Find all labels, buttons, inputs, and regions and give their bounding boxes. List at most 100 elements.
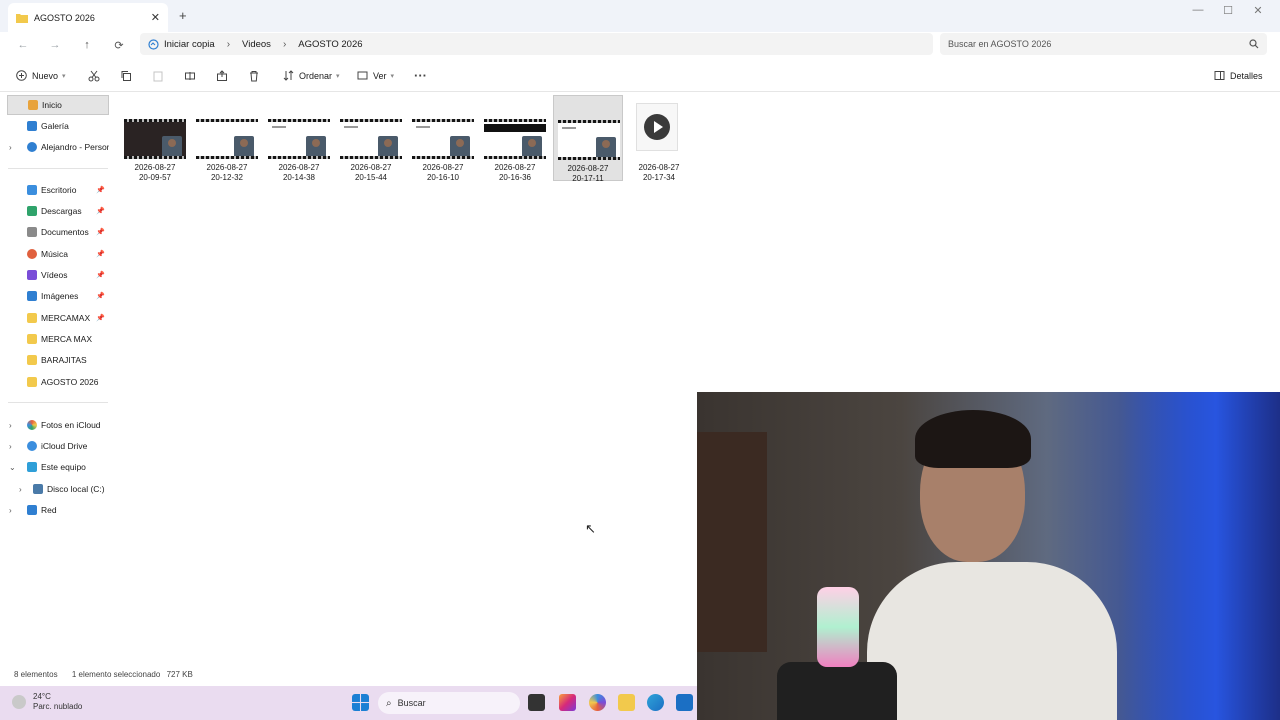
- search-input[interactable]: Buscar en AGOSTO 2026: [940, 33, 1267, 55]
- details-button[interactable]: Detalles: [1214, 67, 1263, 84]
- instagram-icon[interactable]: [559, 694, 576, 711]
- sort-button[interactable]: Ordenar ▾: [283, 67, 340, 84]
- sidebar-item-musica[interactable]: Música 📌: [7, 244, 109, 264]
- sidebar-item-label: BARAJITAS: [41, 355, 87, 365]
- temperature: 24°C: [33, 692, 51, 701]
- file-name-line2: 20-12-32: [210, 173, 244, 182]
- copilot-icon[interactable]: [589, 694, 606, 711]
- breadcrumb-agosto-2026[interactable]: AGOSTO 2026: [298, 39, 362, 50]
- folder-icon: [27, 355, 37, 365]
- paste-button[interactable]: [152, 67, 164, 84]
- file-item[interactable]: 2026-08-27 20-16-10: [408, 95, 478, 182]
- video-icon: [27, 270, 37, 280]
- file-explorer-icon[interactable]: [618, 694, 635, 711]
- breadcrumb-videos[interactable]: Videos: [242, 39, 271, 50]
- sidebar-item-label: Alejandro - Personal: [41, 142, 109, 152]
- sidebar-item-barajitas[interactable]: BARAJITAS: [7, 350, 109, 370]
- sidebar-item-label: Documentos: [41, 227, 89, 237]
- video-thumbnail: [124, 119, 186, 159]
- sidebar-item-documentos[interactable]: Documentos 📌: [7, 222, 109, 242]
- folder-icon: [27, 334, 37, 344]
- close-tab-icon[interactable]: ✕: [151, 11, 160, 24]
- edge-icon[interactable]: [647, 694, 664, 711]
- selection-count: 1 elemento seleccionado: [71, 670, 161, 679]
- share-icon: [217, 69, 227, 81]
- details-button-label: Detalles: [1230, 70, 1263, 81]
- file-name-line1: 2026-08-27: [494, 163, 536, 172]
- cloud-icon: [12, 695, 26, 709]
- taskbar-search[interactable]: ⌕ Buscar: [378, 692, 520, 714]
- task-view-icon[interactable]: [528, 694, 545, 711]
- window-tab[interactable]: AGOSTO 2026 ✕: [8, 3, 168, 32]
- file-item[interactable]: 2026-08-27 20-17-34: [624, 95, 694, 182]
- sidebar-item-label: Escritorio: [41, 185, 77, 195]
- more-options-button[interactable]: ···: [414, 67, 427, 84]
- breadcrumb-iniciar-copia[interactable]: Iniciar copia: [164, 39, 215, 50]
- copy-icon: [121, 70, 131, 81]
- pin-icon: 📌: [96, 229, 105, 236]
- address-bar[interactable]: Iniciar copia › Videos › AGOSTO 2026: [140, 33, 933, 55]
- file-item[interactable]: 2026-08-27 20-09-57: [120, 95, 190, 182]
- chevron-right-icon: ›: [226, 38, 231, 50]
- search-icon: [1249, 39, 1259, 49]
- new-tab-button[interactable]: +: [179, 8, 187, 23]
- store-icon[interactable]: [676, 694, 693, 711]
- pin-icon: 📌: [96, 187, 105, 194]
- sidebar-item-label: Imágenes: [41, 291, 79, 301]
- file-name-line1: 2026-08-27: [350, 163, 392, 172]
- copy-button[interactable]: [120, 67, 132, 84]
- up-button[interactable]: ↑: [78, 36, 96, 54]
- file-name-line2: 20-09-57: [138, 173, 172, 182]
- sidebar-item-agosto-2026[interactable]: AGOSTO 2026: [7, 372, 109, 392]
- sidebar-item-imagenes[interactable]: Imágenes 📌: [7, 286, 109, 306]
- gallery-icon: [27, 121, 37, 131]
- sidebar-item-galeria[interactable]: Galería: [7, 116, 109, 136]
- view-button[interactable]: Ver ▾: [357, 67, 394, 84]
- delete-button[interactable]: [248, 67, 260, 84]
- view-button-label: Ver: [373, 70, 387, 81]
- share-button[interactable]: [216, 67, 228, 84]
- sidebar-item-videos[interactable]: Vídeos 📌: [7, 265, 109, 285]
- media-file-icon: [636, 103, 678, 151]
- rename-button[interactable]: [184, 67, 196, 84]
- windows-start-icon[interactable]: [352, 694, 369, 711]
- file-item[interactable]: 2026-08-27 20-15-44: [336, 95, 406, 182]
- weather-widget[interactable]: 24°C Parc. nublado: [12, 692, 82, 712]
- network-icon: [27, 505, 37, 515]
- minimize-button[interactable]: —: [1183, 4, 1213, 16]
- new-button[interactable]: Nuevo ▾: [16, 67, 66, 84]
- close-window-button[interactable]: ✕: [1243, 4, 1273, 17]
- document-icon: [27, 227, 37, 237]
- sidebar-item-icloud-drive[interactable]: iCloud Drive: [7, 436, 109, 456]
- file-name-line2: 20-14-38: [282, 173, 316, 182]
- sidebar-item-onedrive[interactable]: Alejandro - Personal: [7, 137, 109, 157]
- maximize-button[interactable]: ☐: [1213, 4, 1243, 17]
- sidebar-item-disco-local[interactable]: Disco local (C:): [7, 479, 109, 499]
- search-placeholder: Buscar en AGOSTO 2026: [948, 39, 1052, 49]
- sidebar-item-inicio[interactable]: Inicio: [7, 95, 109, 115]
- cut-button[interactable]: [88, 67, 100, 84]
- sidebar-item-escritorio[interactable]: Escritorio 📌: [7, 180, 109, 200]
- sidebar-item-fotos-icloud[interactable]: Fotos en iCloud: [7, 415, 109, 435]
- sidebar-item-este-equipo[interactable]: Este equipo: [7, 457, 109, 477]
- forward-button[interactable]: →: [46, 36, 64, 54]
- sidebar-item-red[interactable]: Red: [7, 500, 109, 520]
- sidebar-item-descargas[interactable]: Descargas 📌: [7, 201, 109, 221]
- file-item[interactable]: 2026-08-27 20-14-38: [264, 95, 334, 182]
- back-button[interactable]: ←: [14, 36, 32, 54]
- navigation-bar: ← → ↑ ⟳ Iniciar copia › Videos › AGOSTO …: [0, 32, 1280, 58]
- pin-icon: 📌: [96, 315, 105, 322]
- weather-condition: Parc. nublado: [33, 702, 83, 711]
- file-name-line1: 2026-08-27: [567, 164, 609, 173]
- file-name-line1: 2026-08-27: [422, 163, 464, 172]
- refresh-button[interactable]: ⟳: [110, 36, 128, 54]
- file-item[interactable]: 2026-08-27 20-12-32: [192, 95, 262, 182]
- file-name-line2: 20-16-36: [498, 173, 532, 182]
- sidebar-divider: [8, 402, 108, 403]
- sidebar-item-mercamax[interactable]: MERCAMAX 📌: [7, 308, 109, 328]
- file-item[interactable]: 2026-08-27 20-16-36: [480, 95, 550, 182]
- sidebar-item-merca-max[interactable]: MERCA MAX: [7, 329, 109, 349]
- file-item-selected[interactable]: 2026-08-27 20-17-11: [553, 95, 623, 183]
- sidebar-item-label: Inicio: [42, 100, 62, 110]
- video-thumbnail: [412, 119, 474, 159]
